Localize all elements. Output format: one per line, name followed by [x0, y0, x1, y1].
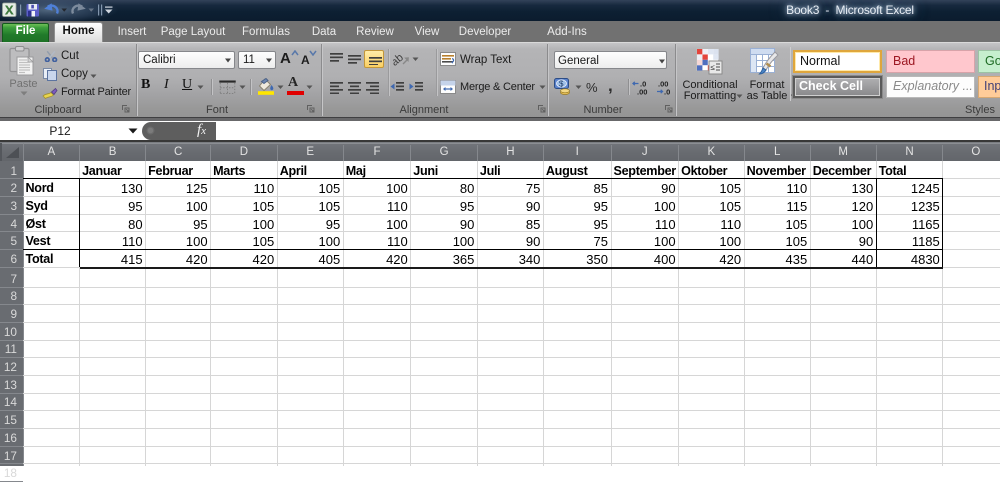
- svg-text:ab: ab: [393, 52, 406, 67]
- svg-text:.00: .00: [637, 88, 647, 96]
- svg-text:$: $: [559, 80, 564, 89]
- svg-text:≤: ≤: [711, 63, 716, 72]
